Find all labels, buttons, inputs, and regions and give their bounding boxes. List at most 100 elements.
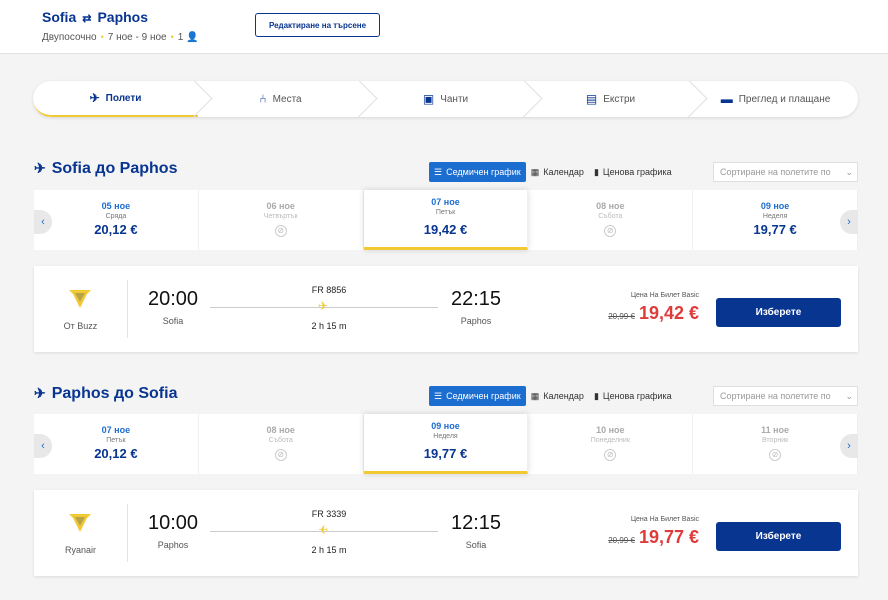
date-cell: 06 ное Четвъртък ⊘ [199, 190, 364, 250]
outbound-date-carousel: ‹ 05 ное Сряда 20,12 € 06 ное Четвъртък … [34, 190, 858, 250]
next-dates-button[interactable]: › [840, 210, 858, 234]
tab-label: Календар [543, 391, 584, 401]
bar-chart-icon: ▮ [593, 390, 599, 401]
date-price: 19,77 € [423, 446, 468, 461]
date-price: 20,12 € [94, 446, 138, 461]
step-bags[interactable]: ▣ Чанти [363, 81, 528, 117]
flight-number: FR 8856 [311, 285, 347, 295]
edit-search-button[interactable]: Редактиране на търсене [255, 13, 380, 37]
step-label: Полети [105, 92, 142, 104]
old-price: 20,99 € [608, 312, 635, 321]
flight-duration: 2 h 15 m [311, 321, 347, 331]
date-label: 09 ное [760, 201, 790, 211]
arrival-city: Sofia [465, 540, 487, 550]
outbound-view-tabs: ☰ Седмичен график ▦ Календар ▮ Ценова графи… [429, 162, 677, 182]
select-flight-button[interactable]: Изберете [716, 298, 841, 327]
trip-summary: Двупосочно • 7 ное - 9 ное • 1 👤 [42, 32, 199, 43]
plane-icon: ✈ [89, 91, 100, 105]
separator-dot: • [170, 32, 174, 42]
separator-dot: • [100, 32, 104, 42]
arrival-time: 12:15 [450, 512, 502, 534]
inbound-sort-select[interactable]: Сортиране на полетите по ⌄ [713, 386, 858, 406]
current-price: 19,42 € [638, 303, 699, 323]
date-price: 20,12 € [94, 222, 138, 237]
weekday-label: Вторник [761, 437, 789, 444]
outbound-title-text: Sofia до Paphos [51, 160, 178, 177]
date-label: 08 ное [596, 201, 625, 211]
inbound-flight-card[interactable]: Ryanair 10:00 Paphos FR 3339 ✈ 2 h 15 m … [34, 490, 858, 576]
current-price: 19,77 € [638, 527, 699, 547]
outbound-flight-card[interactable]: От Buzz 20:00 Sofia FR 8856 ✈ 2 h 15 m 2… [34, 266, 858, 352]
inbound-view-tabs: ☰ Седмичен график ▦ Календар ▮ Ценова графи… [429, 386, 677, 406]
tab-label: Седмичен график [446, 391, 521, 401]
weekday-label: Сряда [105, 213, 127, 220]
no-flights-icon: ⊘ [604, 225, 617, 237]
operator-label: От Buzz [63, 321, 98, 331]
date-cell[interactable]: 05 ное Сряда 20,12 € [34, 190, 199, 250]
date-price: 19,77 € [753, 222, 797, 237]
divider [127, 280, 128, 338]
tab-label: Ценова графика [602, 167, 672, 177]
tab-label: Седмичен график [446, 167, 521, 177]
list-icon: ☰ [434, 390, 443, 401]
airline-logo-icon [69, 290, 91, 308]
tab-calendar[interactable]: ▦ Календар [526, 162, 589, 182]
tab-label: Ценова графика [602, 391, 672, 401]
weekday-label: Събота [598, 213, 623, 220]
weekday-label: Неделя [433, 433, 458, 440]
takeoff-icon: ✈ [34, 385, 46, 401]
outbound-sort-select[interactable]: Сортиране на полетите по ⌄ [713, 162, 858, 182]
tab-weekly-schedule[interactable]: ☰ Седмичен график [429, 162, 526, 182]
bus-icon: ▤ [585, 92, 598, 106]
bar-chart-icon: ▮ [593, 166, 599, 177]
weekday-label: Четвъртък [263, 213, 298, 220]
fare-label: Цена На Билет Basic [630, 516, 699, 523]
step-seats[interactable]: ⑃ Места [198, 81, 363, 117]
date-cell-selected[interactable]: 07 ное Петък 19,42 € [363, 190, 529, 250]
bag-icon: ▣ [422, 92, 435, 106]
airline-logo-icon [69, 514, 91, 532]
date-label: 07 ное [101, 425, 131, 435]
tab-calendar[interactable]: ▦ Календар [526, 386, 589, 406]
select-flight-button[interactable]: Изберете [716, 522, 841, 551]
operator-label: Ryanair [64, 545, 96, 555]
weekday-label: Неделя [762, 213, 788, 220]
trip-type: Двупосочно [42, 32, 97, 43]
arrival-time: 22:15 [450, 288, 502, 310]
calendar-icon: ▦ [530, 166, 540, 177]
tab-price-chart[interactable]: ▮ Ценова графика [589, 162, 677, 182]
tab-price-chart[interactable]: ▮ Ценова графика [589, 386, 677, 406]
calendar-icon: ▦ [530, 390, 540, 401]
step-review-payment[interactable]: ▬ Преглед и плащане [693, 81, 858, 117]
outbound-title: ✈ Sofia до Paphos [34, 160, 177, 178]
chevron-down-icon: ⌄ [845, 167, 853, 177]
trip-dates: 7 ное - 9 ное [107, 32, 167, 43]
next-dates-button[interactable]: › [840, 434, 858, 458]
date-cell[interactable]: 07 ное Петък 20,12 € [34, 414, 199, 474]
date-label: 07 ное [431, 197, 460, 207]
flight-number: FR 3339 [311, 509, 347, 519]
inbound-title-text: Paphos до Sofia [51, 385, 178, 402]
date-label: 09 ное [431, 421, 460, 431]
tab-weekly-schedule[interactable]: ☰ Седмичен график [429, 386, 526, 406]
step-label: Чанти [440, 93, 469, 105]
weekday-label: Понеделник [590, 437, 630, 444]
date-cell-selected[interactable]: 09 ное Неделя 19,77 € [363, 414, 529, 474]
date-label: 10 ное [596, 425, 625, 435]
date-cell[interactable]: 09 ное Неделя 19,77 € [693, 190, 858, 250]
step-extras[interactable]: ▤ Екстри [528, 81, 693, 117]
departure-time: 10:00 [147, 512, 199, 534]
no-flights-icon: ⊘ [769, 449, 782, 461]
no-flights-icon: ⊘ [604, 449, 617, 461]
step-flights[interactable]: ✈ Полети [33, 81, 198, 117]
date-label: 08 ное [266, 425, 295, 435]
origin-city: Sofia [42, 9, 77, 25]
old-price: 20,99 € [608, 536, 635, 545]
fare-label: Цена На Билет Basic [630, 292, 699, 299]
price-block: 20,99 €19,77 € [574, 527, 699, 548]
step-label: Преглед и плащане [738, 93, 831, 105]
weekday-label: Петък [435, 209, 456, 216]
destination-city: Paphos [97, 9, 149, 25]
date-label: 11 ное [761, 425, 790, 435]
tab-label: Календар [543, 167, 584, 177]
